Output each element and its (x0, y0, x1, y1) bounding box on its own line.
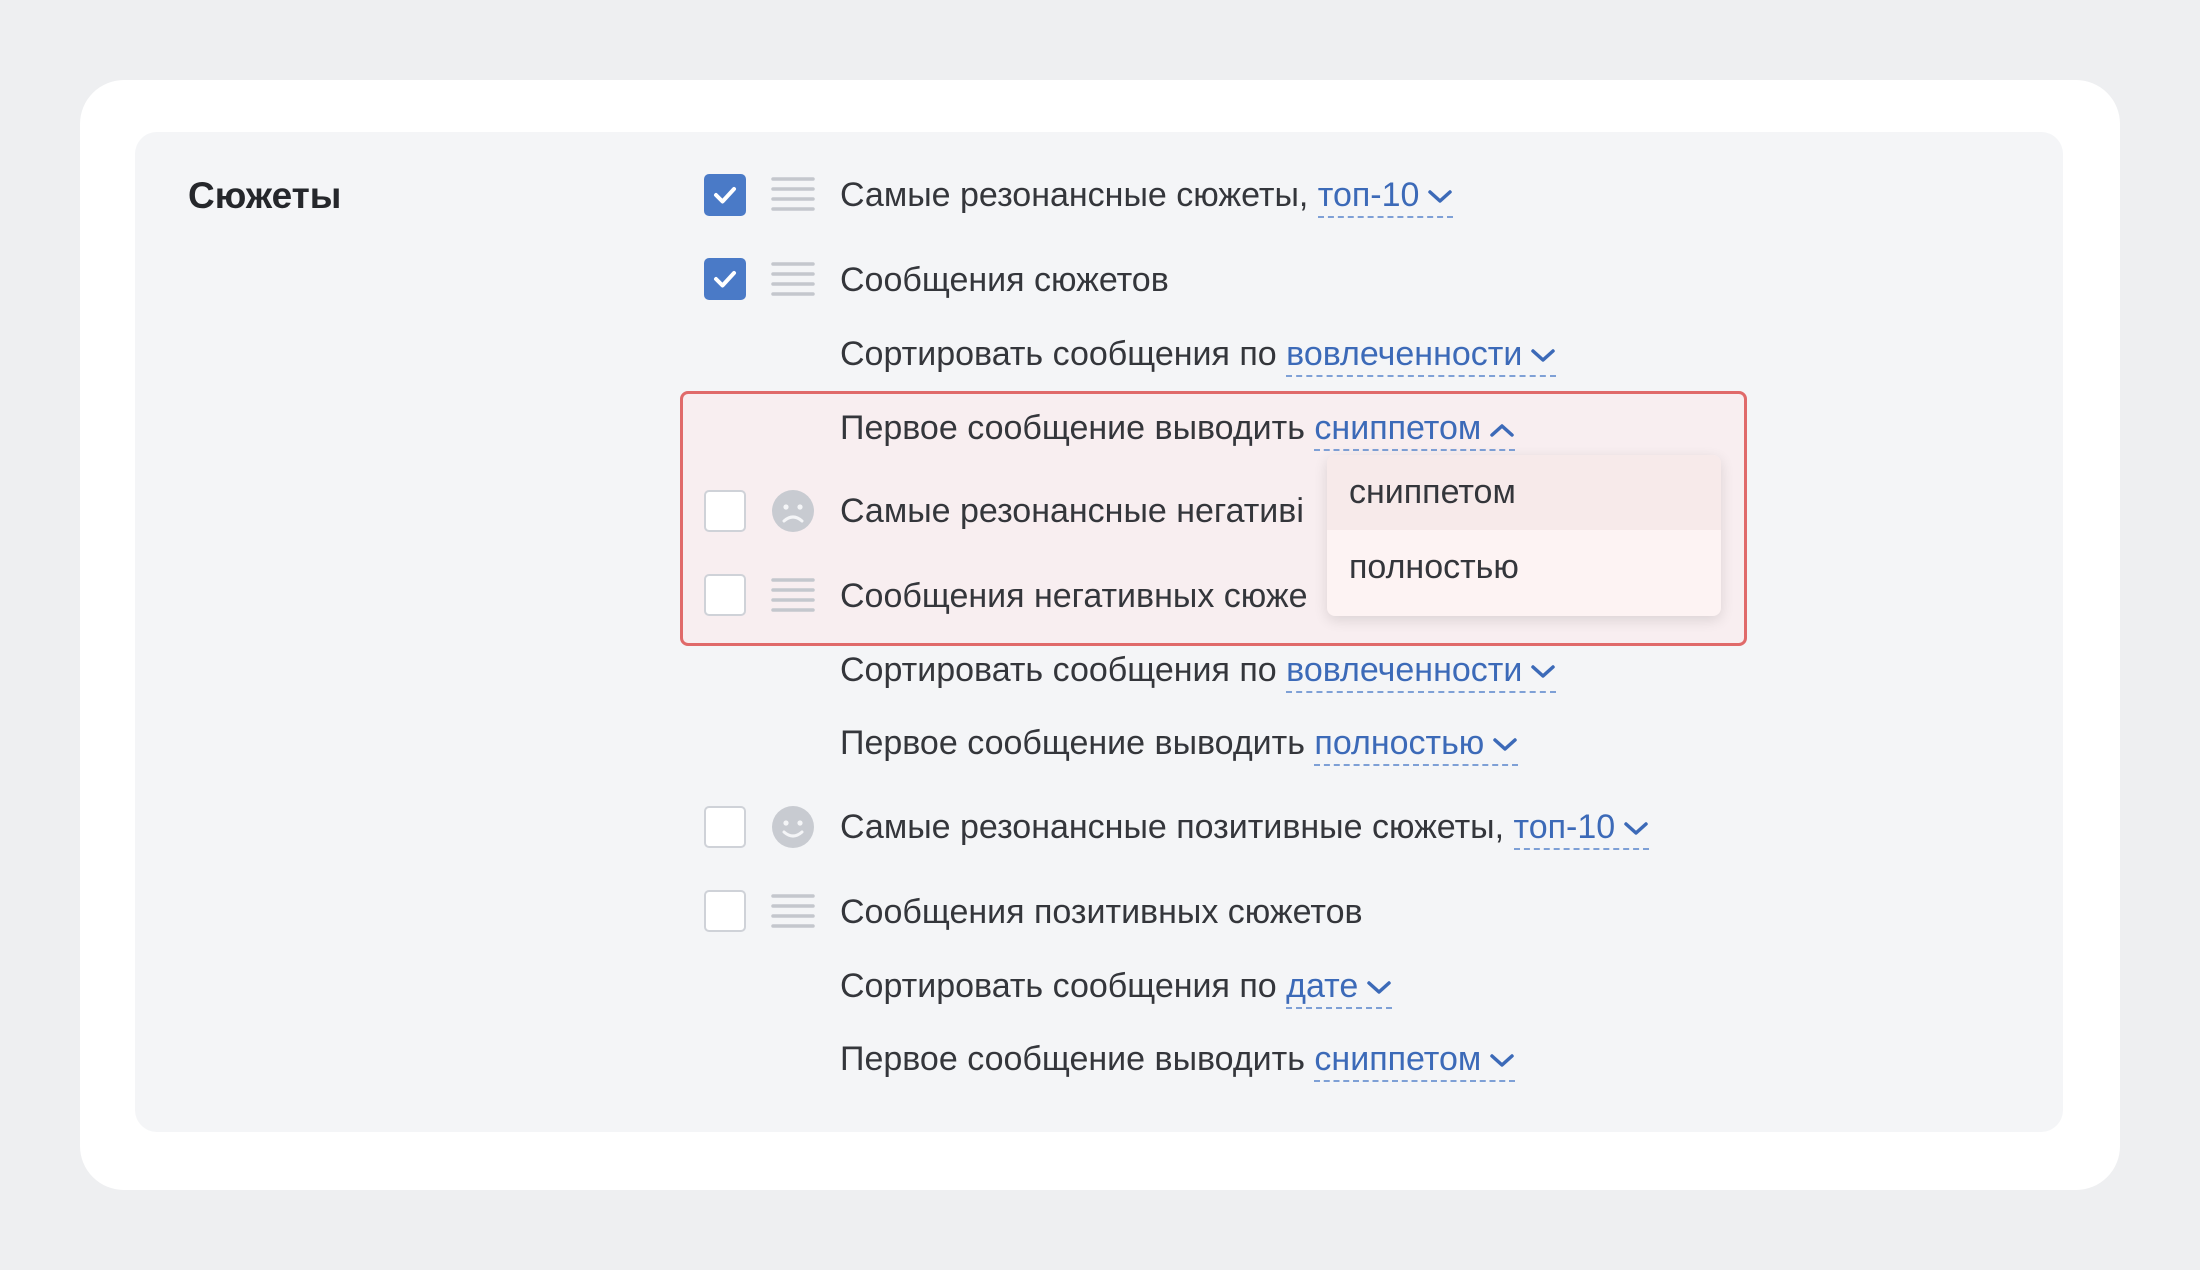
section-title: Сюжеты (188, 175, 342, 216)
sort-label: Сортировать сообщения по (840, 967, 1277, 1005)
sort-dropdown-2[interactable]: вовлеченности (1286, 651, 1557, 693)
top-count-value: топ-10 (1317, 176, 1420, 214)
checkmark-icon (714, 187, 736, 204)
checkbox-story-messages[interactable] (704, 258, 746, 300)
sort-dropdown-1[interactable]: вовлеченности (1286, 335, 1557, 377)
checkbox-top-stories[interactable] (704, 174, 746, 216)
chevron-down-icon (1493, 738, 1518, 751)
first-message-dropdown-3[interactable]: сниппетом (1314, 1040, 1516, 1082)
sort-value: дате (1286, 967, 1359, 1005)
list-lines-icon (771, 262, 815, 296)
row-top-stories-label: Самые резонансные сюжеты, (840, 176, 1309, 214)
sort-value: вовлеченности (1286, 335, 1523, 373)
chevron-down-icon (1367, 981, 1392, 994)
row-sort-messages-1: Сортировать сообщения по вовлеченности (840, 328, 1557, 380)
dropdown-option-snippet[interactable]: сниппетом (1327, 455, 1721, 530)
first-message-label: Первое сообщение выводить (840, 1040, 1305, 1078)
row-positive-messages-label: Сообщения позитивных сюжетов (840, 893, 1363, 931)
checkbox-positive-messages[interactable] (704, 890, 746, 932)
first-message-value: сниппетом (1314, 1040, 1482, 1078)
first-message-value: сниппетом (1314, 409, 1482, 447)
top-count-value: топ-10 (1513, 808, 1616, 846)
row-positive-stories-label: Самые резонансные позитивные сюжеты, (840, 808, 1505, 846)
list-lines-icon (771, 177, 815, 211)
sort-value: вовлеченности (1286, 651, 1523, 689)
row-first-message-3: Первое сообщение выводить сниппетом (840, 1033, 1516, 1085)
first-message-value: полностью (1314, 724, 1485, 762)
row-first-message-2: Первое сообщение выводить полностью (840, 717, 1519, 769)
row-negative-messages: Сообщения негативных сюже (840, 570, 1308, 622)
row-story-messages-label: Сообщения сюжетов (840, 261, 1169, 299)
checkbox-negative-stories[interactable] (704, 490, 746, 532)
list-lines-icon (771, 894, 815, 928)
row-negative-stories-label: Самые резонансные негативі (840, 492, 1304, 530)
list-lines-icon (771, 578, 815, 612)
row-positive-stories: Самые резонансные позитивные сюжеты, топ… (840, 801, 1650, 853)
row-story-messages: Сообщения сюжетов (840, 254, 1169, 306)
top-count-dropdown-positive[interactable]: топ-10 (1513, 808, 1650, 850)
row-positive-messages: Сообщения позитивных сюжетов (840, 886, 1363, 938)
chevron-up-icon (1490, 424, 1515, 437)
first-message-dropdown-menu: сниппетом полностью (1327, 455, 1721, 616)
row-sort-messages-2: Сортировать сообщения по вовлеченности (840, 644, 1557, 696)
chevron-down-icon (1428, 190, 1453, 203)
row-sort-messages-3: Сортировать сообщения по дате (840, 960, 1393, 1012)
checkmark-icon (714, 271, 736, 288)
sort-dropdown-3[interactable]: дате (1286, 967, 1393, 1009)
checkbox-negative-messages[interactable] (704, 574, 746, 616)
dropdown-option-full[interactable]: полностью (1327, 530, 1721, 605)
chevron-down-icon (1490, 1054, 1515, 1067)
row-negative-stories: Самые резонансные негативі (840, 485, 1304, 537)
row-negative-messages-label: Сообщения негативных сюже (840, 577, 1308, 615)
row-top-stories: Самые резонансные сюжеты, топ-10 (840, 169, 1454, 221)
checkbox-positive-stories[interactable] (704, 806, 746, 848)
sad-face-icon (772, 490, 814, 532)
chevron-down-icon (1531, 349, 1556, 362)
first-message-dropdown-2[interactable]: полностью (1314, 724, 1519, 766)
smile-face-icon (772, 806, 814, 848)
top-count-dropdown[interactable]: топ-10 (1317, 176, 1454, 218)
sort-label: Сортировать сообщения по (840, 335, 1277, 373)
chevron-down-icon (1531, 665, 1556, 678)
first-message-dropdown-1[interactable]: сниппетом (1314, 409, 1516, 451)
chevron-down-icon (1624, 822, 1648, 835)
row-first-message-1: Первое сообщение выводить сниппетом (840, 402, 1516, 454)
sort-label: Сортировать сообщения по (840, 651, 1277, 689)
first-message-label: Первое сообщение выводить (840, 724, 1305, 762)
first-message-label: Первое сообщение выводить (840, 409, 1305, 447)
